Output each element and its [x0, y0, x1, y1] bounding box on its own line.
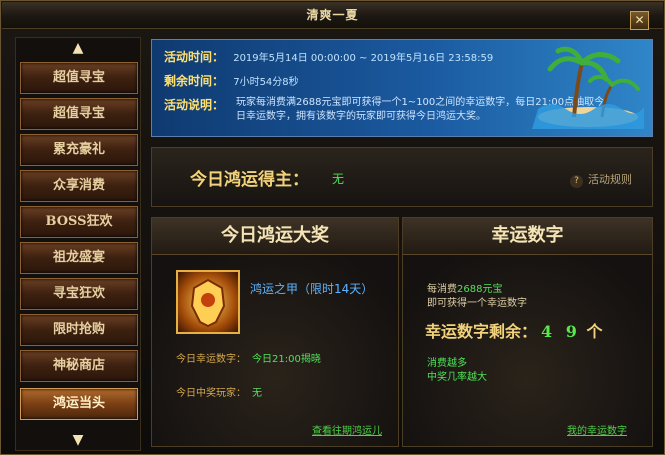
time-label: 活动时间： [164, 50, 225, 64]
armor-item-icon[interactable] [176, 270, 240, 334]
remaining-value: 4 9 [541, 322, 581, 341]
event-banner: 活动时间： 2019年5月14日 00:00:00 ~ 2019年5月16日 2… [151, 39, 653, 137]
sidebar-item-recharge[interactable]: 累充豪礼 [20, 134, 138, 166]
remain-label: 剩余时间： [164, 74, 225, 88]
winner-strip: 今日鸿运得主： 无 ? 活动规则 [151, 147, 653, 207]
note2: 中奖几率越大 [427, 372, 487, 383]
sidebar-item-consume[interactable]: 众享消费 [20, 170, 138, 202]
sidebar: ▲ 超值寻宝 超值寻宝 累充豪礼 众享消费 BOSS狂欢 祖龙盛宴 寻宝狂欢 限… [15, 37, 141, 451]
today-number-label: 今日幸运数字： [176, 354, 246, 365]
sidebar-item-boss[interactable]: BOSS狂欢 [20, 206, 138, 238]
sidebar-item-flash-sale[interactable]: 限时抢购 [20, 314, 138, 346]
rules-link[interactable]: ? 活动规则 [570, 171, 632, 188]
today-number-value: 今日21:00揭晓 [252, 354, 321, 365]
scroll-down-icon[interactable]: ▼ [16, 430, 140, 450]
sidebar-item-treasure-carnival[interactable]: 寻宝狂欢 [20, 278, 138, 310]
today-winner-label: 今日中奖玩家： [176, 388, 246, 399]
sidebar-item-mystery-shop[interactable]: 神秘商店 [20, 350, 138, 382]
question-icon: ? [570, 175, 583, 188]
sidebar-item-treasure-1[interactable]: 超值寻宝 [20, 62, 138, 94]
desc-label: 活动说明： [164, 98, 225, 112]
sidebar-item-feast[interactable]: 祖龙盛宴 [20, 242, 138, 274]
note1: 消费越多 [427, 358, 467, 369]
sidebar-item-fortune[interactable]: 鸿运当头 [20, 388, 138, 420]
prize-item-name[interactable]: 鸿运之甲（限时14天） [250, 280, 373, 297]
today-winner-value: 无 [252, 388, 262, 399]
line2: 即可获得一个幸运数字 [427, 298, 527, 309]
prize-panel: 今日鸿运大奖 鸿运之甲（限时14天） 今日幸运数字： 今日21:00揭晓 今日中奖… [151, 217, 399, 447]
summer-logo [532, 46, 644, 129]
lucky-panel-title: 幸运数字 [403, 218, 652, 255]
remaining-label: 幸运数字剩余： [425, 322, 538, 341]
prize-panel-title: 今日鸿运大奖 [152, 218, 398, 255]
winner-value: 无 [332, 172, 345, 186]
winner-label: 今日鸿运得主： [190, 170, 309, 190]
lucky-panel: 幸运数字 每消费2688元宝 即可获得一个幸运数字 幸运数字剩余： 4 9 个 消… [402, 217, 653, 447]
close-icon[interactable]: ✕ [630, 11, 649, 30]
scroll-up-icon[interactable]: ▲ [16, 38, 140, 58]
window-title: 清爽一夏 [306, 8, 359, 22]
time-value: 2019年5月14日 00:00:00 ~ 2019年5月16日 23:58:5… [233, 53, 494, 64]
event-window: 清爽一夏 ✕ ▲ 超值寻宝 超值寻宝 累充豪礼 众享消费 BOSS狂欢 祖龙盛宴… [0, 0, 665, 455]
history-link[interactable]: 查看往期鸿运儿 [312, 422, 382, 437]
remaining-unit: 个 [586, 322, 603, 341]
rules-link-text[interactable]: 活动规则 [588, 173, 632, 186]
remain-value: 7小时54分8秒 [233, 77, 299, 88]
sidebar-item-treasure-2[interactable]: 超值寻宝 [20, 98, 138, 130]
my-numbers-link[interactable]: 我的幸运数字 [567, 422, 627, 437]
title-bar: 清爽一夏 ✕ [2, 2, 663, 30]
